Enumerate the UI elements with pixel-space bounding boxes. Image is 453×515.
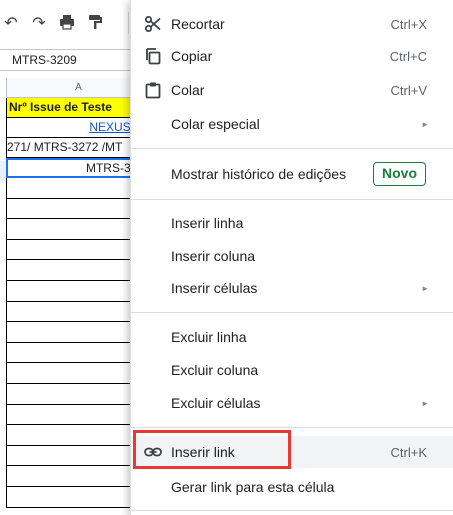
clipboard-icon bbox=[144, 81, 162, 99]
toolbar: ↶ ↷ ▮ bbox=[0, 0, 150, 44]
name-box[interactable]: MTRS-3209 bbox=[0, 49, 140, 71]
table-row[interactable] bbox=[6, 280, 150, 302]
undo-icon[interactable]: ↶ bbox=[2, 14, 20, 32]
shortcut-text: Ctrl+V bbox=[390, 82, 427, 98]
scissors-icon bbox=[144, 15, 162, 33]
table-row[interactable]: 271/ MTRS-3272 /MT bbox=[6, 138, 150, 158]
menu-divider bbox=[131, 312, 453, 313]
table-row[interactable] bbox=[6, 425, 150, 446]
table-row[interactable] bbox=[6, 178, 150, 199]
paint-format-icon[interactable] bbox=[86, 14, 104, 32]
menu-item-label: Inserir linha bbox=[171, 215, 244, 231]
cell-text: Nrº Issue de Teste bbox=[9, 100, 112, 114]
selected-cell[interactable]: MTRS-320 bbox=[6, 158, 150, 178]
menu-item-paste-special[interactable]: Colar especial ► bbox=[131, 108, 453, 140]
table-row[interactable] bbox=[6, 383, 150, 405]
table-row[interactable] bbox=[6, 404, 150, 426]
toolbar-divider bbox=[128, 12, 129, 34]
menu-item-delete-cells[interactable]: Excluir células ► bbox=[131, 387, 453, 419]
shortcut-text: Ctrl+C bbox=[389, 48, 427, 64]
new-badge: Novo bbox=[373, 162, 426, 186]
menu-item-label: Colar bbox=[171, 82, 205, 98]
table-row[interactable] bbox=[6, 363, 150, 384]
menu-item-insert-column[interactable]: Inserir coluna bbox=[131, 240, 453, 272]
shortcut-text: Ctrl+K bbox=[390, 444, 427, 460]
menu-divider bbox=[131, 510, 453, 511]
menu-item-edit-history[interactable]: Mostrar histórico de edições Novo bbox=[131, 158, 453, 190]
spreadsheet-area: ↶ ↷ ▮ MTRS-3209 A Nrº Issue de Teste NEX… bbox=[0, 0, 150, 515]
table-row[interactable] bbox=[6, 322, 150, 343]
redo-icon[interactable]: ↷ bbox=[30, 14, 48, 32]
menu-item-label: Inserir coluna bbox=[171, 248, 256, 264]
table-row[interactable] bbox=[6, 260, 150, 281]
copy-icon bbox=[144, 47, 162, 65]
menu-item-label: Excluir células bbox=[171, 395, 261, 411]
menu-item-cell-link[interactable]: Gerar link para esta célula bbox=[131, 471, 453, 503]
menu-item-insert-row[interactable]: Inserir linha bbox=[131, 207, 453, 239]
table-row[interactable] bbox=[6, 219, 150, 240]
highlight-annotation bbox=[133, 430, 291, 469]
menu-item-label: Gerar link para esta célula bbox=[171, 479, 335, 495]
table-row[interactable] bbox=[6, 198, 150, 220]
submenu-arrow-icon: ► bbox=[421, 283, 429, 293]
table-row[interactable] bbox=[6, 466, 150, 487]
table-row[interactable] bbox=[6, 445, 150, 467]
print-icon[interactable] bbox=[58, 14, 76, 32]
menu-divider bbox=[131, 148, 453, 149]
menu-item-paste[interactable]: Colar Ctrl+V bbox=[131, 74, 453, 106]
table-row[interactable] bbox=[6, 239, 150, 261]
submenu-arrow-icon: ► bbox=[421, 119, 429, 129]
submenu-arrow-icon: ► bbox=[421, 398, 429, 408]
cell-text: 271/ MTRS-3272 /MT bbox=[7, 140, 123, 154]
menu-item-label: Excluir coluna bbox=[171, 362, 259, 378]
menu-item-label: Colar especial bbox=[171, 116, 260, 132]
menu-item-label: Mostrar histórico de edições bbox=[171, 166, 347, 182]
menu-item-copy[interactable]: Copiar Ctrl+C bbox=[131, 40, 453, 72]
menu-item-delete-column[interactable]: Excluir coluna bbox=[131, 354, 453, 386]
table-row[interactable] bbox=[6, 486, 150, 508]
menu-item-cut[interactable]: Recortar Ctrl+X bbox=[131, 8, 453, 40]
menu-item-label: Recortar bbox=[171, 16, 225, 32]
menu-divider bbox=[131, 427, 453, 428]
table-row[interactable]: Nrº Issue de Teste bbox=[6, 98, 150, 118]
column-header-a[interactable]: A bbox=[6, 78, 150, 98]
table-row[interactable] bbox=[6, 301, 150, 323]
cell-grid: Nrº Issue de Teste NEXUS-15 271/ MTRS-32… bbox=[6, 98, 150, 508]
menu-item-label: Excluir linha bbox=[171, 329, 247, 345]
menu-divider bbox=[131, 199, 453, 200]
table-row[interactable] bbox=[6, 342, 150, 364]
shortcut-text: Ctrl+X bbox=[390, 16, 427, 32]
menu-item-delete-row[interactable]: Excluir linha bbox=[131, 321, 453, 353]
menu-item-label: Inserir células bbox=[171, 280, 258, 296]
table-row[interactable]: NEXUS-15 bbox=[6, 118, 150, 138]
menu-item-insert-cells[interactable]: Inserir células ► bbox=[131, 272, 453, 304]
menu-item-label: Copiar bbox=[171, 48, 213, 64]
